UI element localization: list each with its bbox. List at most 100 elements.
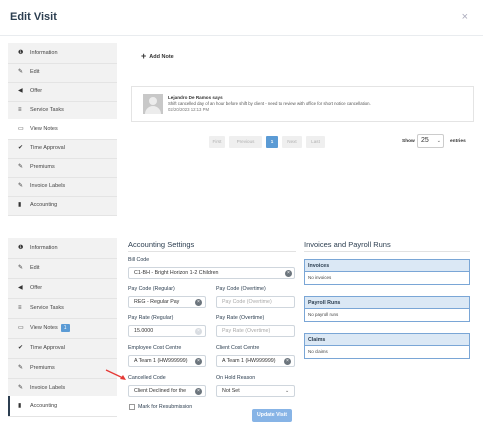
notes-count-badge: 1 [60, 324, 70, 332]
sidebar-item-label: Invoice Labels [30, 385, 66, 391]
add-note-label: Add Note [149, 54, 174, 60]
update-visit-button[interactable]: Update Visit [252, 409, 292, 422]
sidebar-item-edit[interactable]: ✎ Edit [8, 62, 117, 83]
page-size-value: 25 [421, 137, 429, 144]
bar-chart-icon: ▮ [18, 403, 22, 409]
pay-rate-overtime-label: Pay Rate (Overtime) [216, 315, 265, 321]
clear-icon[interactable]: × [285, 270, 292, 277]
payroll-empty-text: No payroll runs [305, 309, 469, 321]
clear-icon[interactable]: × [284, 358, 291, 365]
cancelled-code-label: Cancelled Code [128, 375, 166, 381]
pay-rate-regular-label: Pay Rate (Regular) [128, 315, 174, 321]
sidebar-item-premiums[interactable]: ✎ Premiums [8, 358, 117, 379]
resubmission-checkbox[interactable] [129, 404, 135, 410]
sidebar-item-service-tasks[interactable]: ≡ Service Tasks [8, 298, 117, 319]
sidebar-item-time-approval[interactable]: ✔ Time Approval [8, 338, 117, 359]
pagination-page-1[interactable]: 1 [266, 136, 278, 148]
sidebar-item-label: Service Tasks [30, 305, 64, 311]
pagination-previous[interactable]: Previous [229, 136, 262, 148]
pay-rate-overtime-input[interactable]: Pay Rate (Overtime) [216, 325, 295, 337]
client-cost-centre-value: A Team 1 (HW999999) [222, 358, 276, 364]
client-cost-centre-select[interactable]: A Team 1 (HW999999) × [216, 355, 295, 367]
sidebar-item-view-notes[interactable]: ▭ View Notes 1 [8, 318, 117, 339]
sidebar-item-label: Accounting [30, 403, 58, 409]
sidebar-item-label: Time Approval [30, 345, 65, 351]
sidebar-item-view-notes[interactable]: ▭ View Notes [8, 119, 117, 140]
sidebar-item-label: Service Tasks [30, 107, 64, 113]
employee-cost-centre-value: A Team 1 (HW999999) [134, 358, 188, 364]
pay-rate-regular-value: 15.0000 [134, 328, 154, 334]
list-icon: ≡ [18, 107, 22, 113]
pay-code-regular-select[interactable]: REG - Regular Pay × [128, 296, 206, 308]
offer-icon: ◀ [18, 285, 23, 291]
note-item: Lejandro De Ramos says Shift cancelled d… [131, 86, 474, 122]
sidebar-item-label: Information [30, 245, 58, 251]
pencil-icon: ✎ [18, 164, 24, 170]
invoices-empty-text: No invoices [305, 272, 469, 284]
claims-empty-text: No claims [305, 346, 469, 358]
sidebar-item-label: View Notes [30, 325, 58, 331]
sidebar-item-invoice-labels[interactable]: ✎ Invoice Labels [8, 176, 117, 197]
sidebar-item-time-approval[interactable]: ✔ Time Approval [8, 138, 117, 159]
list-icon: ≡ [18, 305, 22, 311]
pagination-next[interactable]: Next [282, 136, 302, 148]
invoices-header: Invoices [305, 260, 469, 272]
pencil-icon: ✎ [18, 265, 24, 271]
bill-code-value: C1-BH - Bright Horizon 1-2 Children [134, 270, 219, 276]
check-icon: ✔ [18, 145, 24, 151]
clear-icon[interactable]: × [195, 388, 202, 395]
sidebar-item-label: Premiums [30, 164, 55, 170]
sidebar-item-premiums[interactable]: ✎ Premiums [8, 157, 117, 178]
chevron-down-icon: ⌄ [285, 388, 290, 394]
on-hold-reason-select[interactable]: Not Set ⌄ [216, 385, 295, 397]
sidebar-item-label: Premiums [30, 365, 55, 371]
offer-icon: ◀ [18, 88, 23, 94]
close-icon[interactable]: × [462, 11, 468, 23]
pay-code-overtime-label: Pay Code (Overtime) [216, 286, 266, 292]
divider [128, 251, 296, 252]
pagination-first[interactable]: First [209, 136, 225, 148]
show-label: Show [402, 139, 415, 144]
cancelled-code-select[interactable]: Client Declined for the × [128, 385, 206, 397]
sidebar-item-label: Offer [30, 88, 43, 94]
sidebar-item-label: View Notes [30, 126, 58, 132]
invoices-payroll-title: Invoices and Payroll Runs [304, 240, 391, 249]
pay-code-overtime-placeholder: Pay Code (Overtime) [222, 299, 272, 305]
pay-code-regular-label: Pay Code (Regular) [128, 286, 175, 292]
avatar [143, 94, 163, 114]
sidebar-item-label: Edit [30, 265, 40, 271]
clear-icon[interactable]: × [195, 358, 202, 365]
comments-icon: ▭ [18, 325, 24, 331]
client-cost-centre-label: Client Cost Centre [216, 345, 260, 351]
sidebar-item-accounting[interactable]: ▮ Accounting [8, 195, 117, 216]
clear-icon[interactable]: × [195, 299, 202, 306]
sidebar-item-service-tasks[interactable]: ≡ Service Tasks [8, 100, 117, 121]
employee-cost-centre-select[interactable]: A Team 1 (HW999999) × [128, 355, 206, 367]
modal-header: Edit Visit × [0, 0, 483, 36]
note-text: Shift cancelled day of an hour before sh… [168, 101, 371, 106]
on-hold-reason-value: Not Set [222, 388, 240, 394]
invoices-panel: Invoices No invoices [304, 259, 470, 285]
bill-code-select[interactable]: C1-BH - Bright Horizon 1-2 Children × [128, 267, 295, 279]
pay-code-regular-value: REG - Regular Pay [134, 299, 180, 305]
page-size-select[interactable]: 25 ⌄ [417, 134, 444, 148]
pencil-icon: ✎ [18, 183, 24, 189]
note-author: Lejandro De Ramos says [168, 95, 223, 100]
check-icon: ✔ [18, 345, 24, 351]
add-note-button[interactable]: + Add Note [141, 51, 174, 61]
pagination-last[interactable]: Last [306, 136, 325, 148]
pay-code-overtime-select[interactable]: Pay Code (Overtime) [216, 296, 295, 308]
pay-rate-regular-input[interactable]: 15.0000 × [128, 325, 206, 337]
cancelled-code-value: Client Declined for the [134, 388, 187, 394]
sidebar-item-information[interactable]: ❶ Information [8, 43, 117, 64]
sidebar-item-offer[interactable]: ◀ Offer [8, 81, 117, 102]
clear-icon[interactable]: × [195, 328, 202, 335]
sidebar-item-edit[interactable]: ✎ Edit [8, 258, 117, 279]
sidebar-item-information[interactable]: ❶ Information [8, 238, 117, 259]
sidebar-item-label: Invoice Labels [30, 183, 66, 189]
sidebar-item-accounting[interactable]: ▮ Accounting [8, 396, 117, 417]
accounting-settings-title: Accounting Settings [128, 240, 195, 249]
entries-label: entries [450, 139, 466, 144]
pencil-icon: ✎ [18, 365, 24, 371]
sidebar-item-offer[interactable]: ◀ Offer [8, 278, 117, 299]
